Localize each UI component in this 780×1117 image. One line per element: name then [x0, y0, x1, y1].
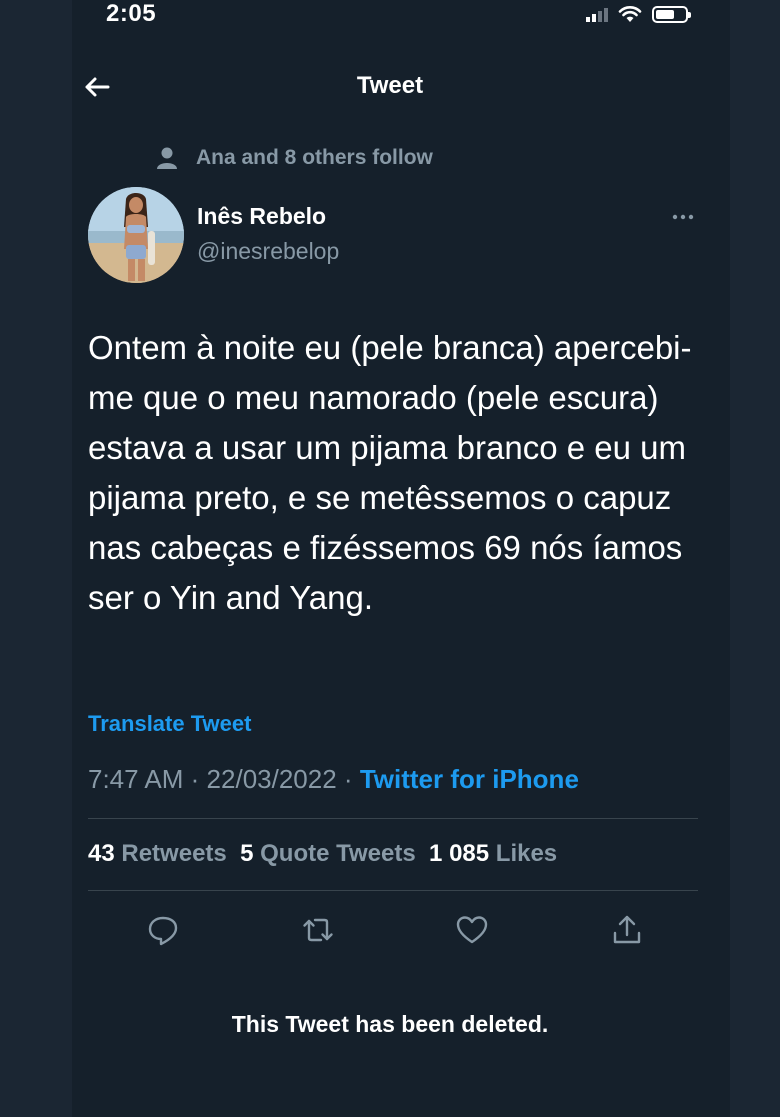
divider — [88, 818, 698, 819]
meta-separator: · — [343, 764, 353, 794]
social-context[interactable]: Ana and 8 others follow — [156, 144, 433, 172]
heart-icon[interactable] — [454, 912, 490, 948]
retweet-icon[interactable] — [300, 912, 336, 948]
meta-separator: · — [190, 764, 200, 794]
retweets-stat[interactable]: 43 Retweets — [88, 840, 227, 867]
tweet-page: 2:05 Tweet Ana and 8 others follow Inês … — [0, 0, 780, 1117]
quote-tweets-stat[interactable]: 5 Quote Tweets — [240, 840, 416, 867]
divider — [88, 890, 698, 891]
avatar[interactable] — [88, 187, 184, 283]
status-time: 2:05 — [106, 0, 157, 27]
likes-label: Likes — [495, 840, 558, 867]
author-name[interactable]: Inês Rebelo — [197, 203, 326, 230]
page-title: Tweet — [356, 72, 424, 99]
retweets-count: 43 — [88, 840, 115, 867]
likes-stat[interactable]: 1 085 Likes — [429, 840, 557, 867]
person-icon — [157, 147, 177, 169]
cellular-signal-icon — [586, 6, 608, 22]
reply-icon[interactable] — [145, 912, 181, 948]
wifi-icon — [618, 6, 642, 22]
tweet-stats: 43 Retweets 5 Quote Tweets 1 085 Likes — [88, 840, 557, 868]
left-margin — [0, 0, 72, 1117]
retweets-label: Retweets — [121, 840, 227, 867]
battery-icon — [652, 5, 691, 23]
tweet-time: 7:47 AM — [88, 764, 184, 794]
tweet-actions — [145, 910, 645, 950]
tweet-text: Ontem à noite eu (pele branca) apercebi-… — [88, 329, 692, 616]
tweet-date: 22/03/2022 — [206, 764, 337, 794]
right-margin — [730, 0, 780, 1117]
quote-tweets-label: Quote Tweets — [260, 840, 416, 867]
social-context-text: Ana and 8 others follow — [196, 146, 433, 169]
share-icon[interactable] — [609, 912, 645, 948]
author-handle[interactable]: @inesrebelop — [197, 238, 339, 265]
more-options-icon[interactable] — [668, 208, 698, 226]
tweet-source-link[interactable]: Twitter for iPhone — [360, 764, 579, 794]
avatar-photo — [88, 187, 184, 283]
translate-tweet-link[interactable]: Translate Tweet — [88, 711, 251, 737]
quote-tweets-count: 5 — [240, 840, 254, 867]
likes-count: 1 085 — [429, 840, 490, 867]
status-icons — [586, 2, 691, 26]
deleted-notice: This Tweet has been deleted. — [231, 1011, 549, 1037]
tweet-metadata: 7:47 AM · 22/03/2022 · Twitter for iPhon… — [88, 764, 579, 795]
